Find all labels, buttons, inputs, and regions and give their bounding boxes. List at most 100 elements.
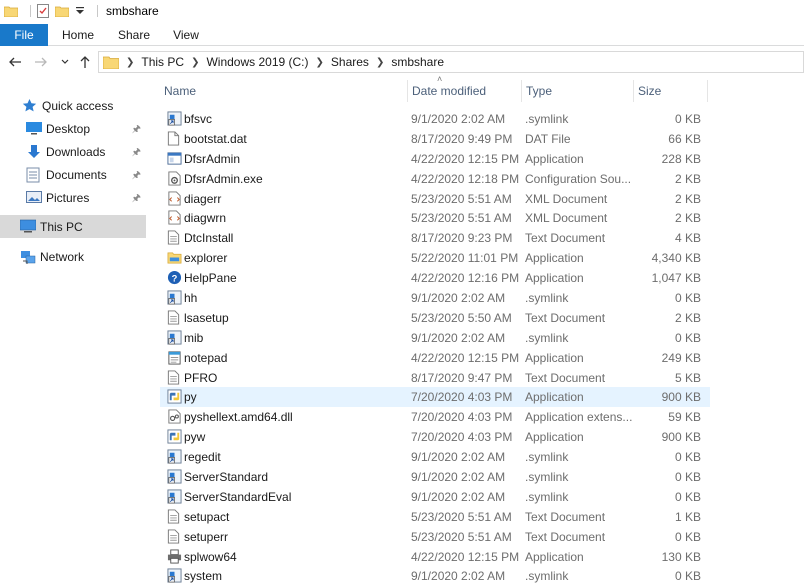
pin-icon[interactable]: 🖈	[132, 145, 141, 162]
new-folder-icon[interactable]	[55, 5, 69, 17]
file-row[interactable]: notepad 4/22/2020 12:15 PM Application 249 …	[160, 348, 710, 368]
sidebar-item-this-pc[interactable]: This PC	[0, 215, 146, 238]
address-bar[interactable]: ❯ This PC ❯ Windows 2019 (C:) ❯ Shares ❯…	[98, 51, 804, 73]
file-row[interactable]: explorer 5/22/2020 11:01 PM Application 4,3…	[160, 248, 710, 268]
tab-file[interactable]: File	[0, 24, 48, 46]
back-arrow-icon[interactable]	[6, 53, 24, 71]
file-name[interactable]: PFRO	[184, 371, 217, 385]
window-title: smbshare	[106, 4, 159, 18]
tab-share[interactable]: Share	[112, 24, 156, 46]
file-name[interactable]: HelpPane	[184, 271, 237, 285]
file-name[interactable]: notepad	[184, 351, 227, 365]
title-bar: smbshare	[0, 0, 804, 22]
pin-icon[interactable]: 🖈	[132, 168, 141, 185]
file-name[interactable]: diagwrn	[184, 211, 226, 225]
chevron-right-icon[interactable]: ❯	[376, 57, 384, 68]
file-name[interactable]: system	[184, 569, 222, 583]
file-row[interactable]: py 7/20/2020 4:03 PM Application 900 KB	[160, 387, 710, 408]
file-row[interactable]: DfsrAdmin.exe 4/22/2020 12:18 PM Configura…	[160, 169, 710, 189]
file-name[interactable]: DfsrAdmin.exe	[184, 172, 263, 186]
sidebar-item-label: Pictures	[46, 190, 90, 205]
chevron-right-icon[interactable]: ❯	[191, 57, 199, 68]
chevron-down-icon[interactable]	[56, 53, 74, 71]
file-size: 900 KB	[661, 390, 701, 405]
file-name[interactable]: diagerr	[184, 192, 221, 206]
file-row[interactable]: DfsrAdmin 4/22/2020 12:15 PM Application 22…	[160, 149, 710, 169]
file-date-modified: 9/1/2020 2:02 AM	[411, 569, 506, 584]
file-row[interactable]: DtcInstall 8/17/2020 9:23 PM Text Document…	[160, 228, 710, 248]
column-date-modified[interactable]: Date modified	[408, 80, 522, 102]
sidebar-item-desktop[interactable]: Desktop 🖈	[0, 117, 146, 140]
file-size: 59 KB	[668, 410, 701, 425]
download-arrow-icon	[26, 144, 42, 160]
file-name[interactable]: pyw	[184, 430, 205, 444]
customize-quick-access-icon[interactable]	[75, 6, 85, 16]
column-size[interactable]: Size	[634, 80, 708, 102]
sidebar-item-label: Documents	[46, 167, 107, 182]
file-type: Application	[525, 271, 584, 286]
file-name[interactable]: setuperr	[184, 530, 228, 544]
column-type[interactable]: Type	[522, 80, 634, 102]
file-name[interactable]: splwow64	[184, 550, 237, 564]
file-row[interactable]: splwow64 4/22/2020 12:15 PM Application 130…	[160, 547, 710, 567]
folder-icon[interactable]	[4, 5, 18, 17]
file-name[interactable]: hh	[184, 291, 197, 305]
file-name[interactable]: regedit	[184, 450, 221, 464]
breadcrumb-this-pc[interactable]: This PC	[141, 55, 184, 69]
tab-view[interactable]: View	[164, 24, 208, 46]
file-row[interactable]: pyshellext.amd64.dll 7/20/2020 4:03 PM App…	[160, 407, 710, 427]
file-row[interactable]: diagwrn 5/23/2020 5:51 AM XML Document 2 KB	[160, 208, 710, 228]
file-row[interactable]: regedit 9/1/2020 2:02 AM .symlink 0 KB	[160, 447, 710, 467]
file-type: Application	[525, 390, 584, 405]
sidebar-item-network[interactable]: Network	[0, 245, 146, 268]
properties-icon[interactable]	[37, 4, 49, 18]
file-row[interactable]: ? HelpPane 4/22/2020 12:16 PM Application 1,…	[160, 268, 710, 288]
file-row[interactable]: system 9/1/2020 2:02 AM .symlink 0 KB	[160, 566, 710, 586]
file-row[interactable]: bootstat.dat 8/17/2020 9:49 PM DAT File 66 …	[160, 129, 710, 149]
file-name[interactable]: explorer	[184, 251, 227, 265]
file-row[interactable]: bfsvc 9/1/2020 2:02 AM .symlink 0 KB	[160, 109, 710, 129]
config-file-icon	[167, 171, 182, 186]
file-name[interactable]: bfsvc	[184, 112, 212, 126]
file-row[interactable]: ServerStandard 9/1/2020 2:02 AM .symlink 0 …	[160, 467, 710, 487]
file-row[interactable]: diagerr 5/23/2020 5:51 AM XML Document 2 KB	[160, 189, 710, 209]
file-row[interactable]: ServerStandardEval 9/1/2020 2:02 AM .symli…	[160, 487, 710, 507]
sidebar-item-pictures[interactable]: Pictures 🖈	[0, 186, 146, 209]
file-row[interactable]: PFRO 8/17/2020 9:47 PM Text Document 5 KB	[160, 368, 710, 388]
file-row[interactable]: hh 9/1/2020 2:02 AM .symlink 0 KB	[160, 288, 710, 308]
breadcrumb-smbshare[interactable]: smbshare	[391, 55, 444, 69]
breadcrumb-drive[interactable]: Windows 2019 (C:)	[206, 55, 308, 69]
file-name[interactable]: DtcInstall	[184, 231, 233, 245]
file-name[interactable]: DfsrAdmin	[184, 152, 240, 166]
sidebar-item-downloads[interactable]: Downloads 🖈	[0, 140, 146, 163]
tab-home[interactable]: Home	[56, 24, 100, 46]
python-file-icon	[167, 429, 182, 444]
file-name[interactable]: ServerStandard	[184, 470, 268, 484]
file-row[interactable]: mib 9/1/2020 2:02 AM .symlink 0 KB	[160, 328, 710, 348]
chevron-right-icon[interactable]: ❯	[316, 57, 324, 68]
file-name[interactable]: py	[184, 390, 197, 404]
file-type: Configuration Sou...	[525, 171, 632, 186]
file-name[interactable]: ServerStandardEval	[184, 490, 291, 504]
file-name[interactable]: lsasetup	[184, 311, 229, 325]
file-type: Text Document	[525, 370, 606, 385]
file-name[interactable]: mib	[184, 331, 203, 345]
up-arrow-icon[interactable]	[76, 53, 94, 71]
pin-icon[interactable]: 🖈	[132, 122, 141, 139]
file-row[interactable]: lsasetup 5/23/2020 5:50 AM Text Document 2 …	[160, 308, 710, 328]
file-row[interactable]: pyw 7/20/2020 4:03 PM Application 900 KB	[160, 427, 710, 447]
file-name[interactable]: setupact	[184, 510, 229, 524]
file-name[interactable]: bootstat.dat	[184, 132, 247, 146]
pin-icon[interactable]: 🖈	[132, 191, 141, 208]
breadcrumb-shares[interactable]: Shares	[331, 55, 369, 69]
forward-arrow-icon[interactable]	[32, 53, 50, 71]
sidebar-item-documents[interactable]: Documents 🖈	[0, 163, 146, 186]
file-row[interactable]: setuperr 5/23/2020 5:51 AM Text Document 0 …	[160, 527, 710, 547]
file-name[interactable]: pyshellext.amd64.dll	[184, 410, 293, 424]
file-type: Application	[525, 151, 584, 166]
file-type: Text Document	[525, 310, 606, 325]
sidebar-item-quick-access[interactable]: Quick access	[0, 94, 146, 117]
column-name[interactable]: Name	[160, 80, 408, 102]
file-row[interactable]: setupact 5/23/2020 5:51 AM Text Document 1 …	[160, 507, 710, 527]
desktop-icon	[26, 121, 42, 137]
